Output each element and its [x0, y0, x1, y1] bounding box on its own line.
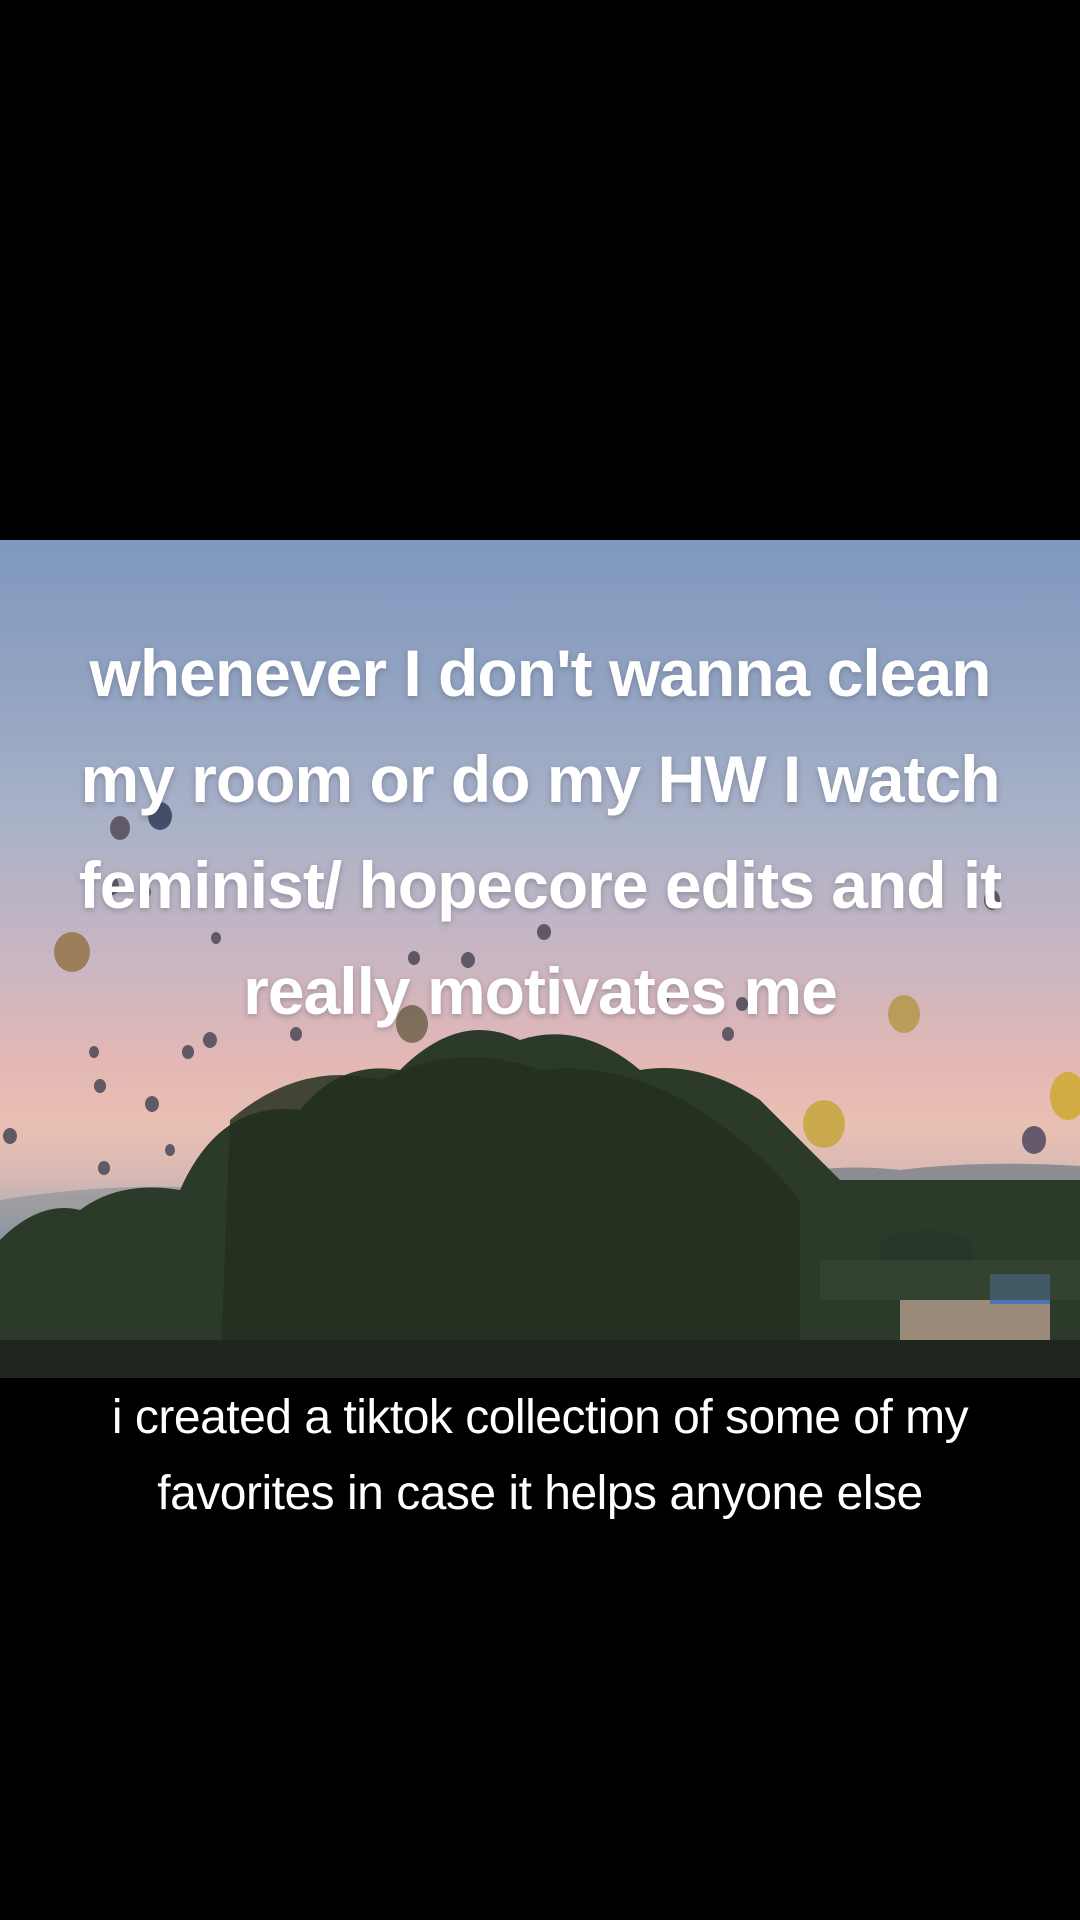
video-overlay-text: whenever I don't wanna clean my room or … [78, 636, 1003, 1028]
top-letterbox [0, 0, 1080, 540]
video-frame[interactable]: whenever I don't wanna clean my room or … [0, 540, 1080, 1378]
video-caption: i created a tiktok collection of some of… [111, 1391, 969, 1520]
bottom-letterbox [0, 1600, 1080, 1920]
